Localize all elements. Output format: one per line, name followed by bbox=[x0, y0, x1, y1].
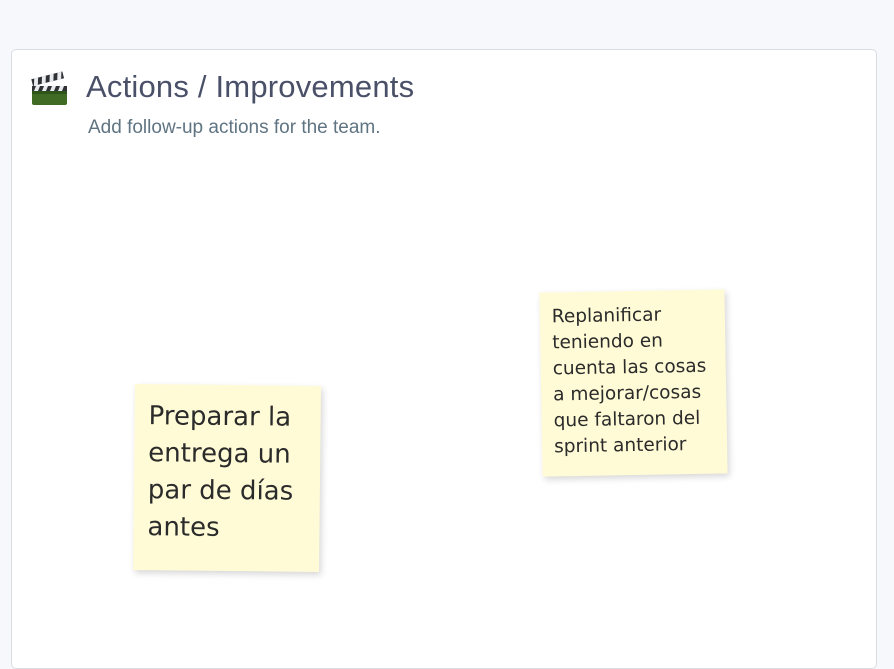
section-title: Actions / Improvements bbox=[86, 69, 415, 104]
clapperboard-icon bbox=[30, 69, 68, 107]
actions-improvements-panel: Actions / Improvements Add follow-up act… bbox=[11, 49, 877, 669]
sticky-note-text: Replanificar teniendo en cuenta las cosa… bbox=[551, 304, 707, 458]
section-subtitle: Add follow-up actions for the team. bbox=[88, 117, 381, 138]
sticky-note[interactable]: Replanificar teniendo en cuenta las cosa… bbox=[539, 289, 728, 477]
sticky-note[interactable]: Preparar la entrega un par de días antes bbox=[133, 384, 321, 572]
sticky-note-text: Preparar la entrega un par de días antes bbox=[147, 401, 294, 543]
